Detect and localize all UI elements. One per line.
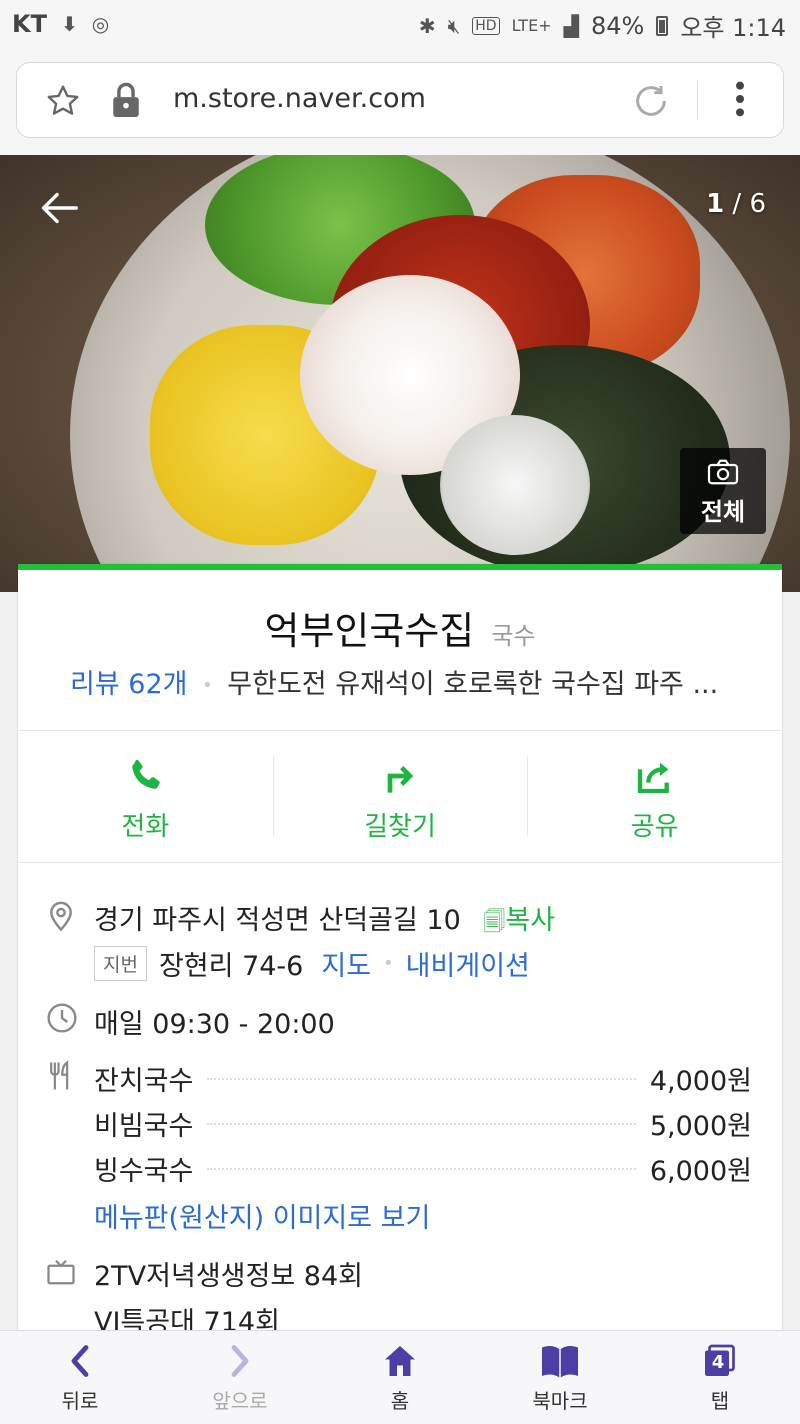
nav-forward-label: 앞으로	[212, 1389, 268, 1413]
tab-count-badge: 4	[711, 1352, 725, 1373]
menu-item-name: 잔치국수	[94, 1066, 194, 1097]
photo-current: 1	[706, 189, 725, 219]
url-text[interactable]: m.store.naver.com	[173, 83, 426, 114]
share-label: 공유	[630, 812, 679, 842]
more-menu-icon[interactable]	[733, 79, 747, 123]
photo-ice-2	[440, 415, 590, 555]
photo-total: 6	[749, 189, 766, 219]
jibun-row: 지번 장현리 74-6 지도 • 내비게이션	[94, 944, 530, 983]
copy-label: 복사	[505, 905, 556, 936]
copy-icon: 🗐︎	[483, 910, 506, 935]
download-icon: ⬇	[60, 12, 78, 36]
menu-image-link[interactable]: 메뉴판(원산지) 이미지로 보기	[94, 1196, 430, 1235]
nav-tabs-button[interactable]: 4 탭	[640, 1331, 800, 1424]
utensils-icon	[46, 1060, 76, 1096]
divider	[18, 862, 782, 863]
phone-icon	[125, 759, 165, 800]
battery-percent: 84%	[590, 11, 645, 40]
battery-icon	[656, 15, 669, 36]
toolbar-divider	[697, 81, 698, 119]
nav-home-button[interactable]: 홈	[320, 1331, 480, 1424]
separator-dot: •	[202, 675, 213, 696]
address-bar[interactable]: m.store.naver.com	[16, 62, 784, 138]
action-bar: 전화 길찾기 공유	[18, 732, 782, 862]
view-all-photos-button[interactable]: 전체	[680, 448, 766, 534]
signal-icon: ▟	[563, 13, 579, 38]
menu-item-price: 6,000원	[649, 1156, 752, 1187]
nav-bookmark-label: 북마크	[532, 1389, 588, 1413]
directions-icon	[380, 766, 420, 800]
reload-icon[interactable]	[631, 81, 671, 125]
bluetooth-icon: ✱	[418, 13, 436, 38]
navigation-link[interactable]: 내비게이션	[406, 944, 530, 983]
menu-item-price: 5,000원	[649, 1111, 752, 1142]
view-all-label: 전체	[700, 498, 746, 526]
directions-label: 길찾기	[364, 812, 436, 842]
lock-icon	[109, 81, 143, 123]
photo-gallery[interactable]: 1 / 6 전체	[0, 155, 800, 592]
nav-tabs-label: 탭	[710, 1389, 730, 1413]
location-pin-icon	[46, 898, 76, 936]
back-chevron-icon	[65, 1345, 95, 1383]
nav-back-label: 뒤로	[61, 1389, 99, 1413]
call-label: 전화	[121, 812, 170, 842]
jibun-address: 장현리 74-6	[158, 951, 304, 982]
place-category: 국수	[491, 622, 536, 650]
place-summary: 리뷰 62개 • 무한도전 유재석이 호로록한 국수집 파주 ...	[70, 662, 760, 701]
menu-item: 빙수국수 6,000원	[94, 1146, 752, 1191]
browser-bottom-nav: 뒤로 앞으로 홈 북마크 4 탭	[0, 1330, 800, 1424]
mute-icon: 🔇︎	[447, 13, 461, 38]
jibun-badge: 지번	[94, 946, 147, 981]
dotted-leader	[207, 1077, 636, 1080]
photo-separator: /	[724, 189, 750, 219]
status-bar: KT ⬇ ◎ ✱ 🔇︎ HD LTE+ ▟ 84% 오후 1:14	[0, 0, 800, 50]
road-address: 경기 파주시 적성면 산덕골길 10	[94, 905, 461, 936]
menu-item: 잔치국수 4,000원	[94, 1056, 752, 1101]
nav-back-button[interactable]: 뒤로	[0, 1331, 160, 1424]
share-icon	[635, 762, 675, 800]
review-count-link[interactable]: 리뷰 62개	[70, 669, 187, 700]
hd-icon: HD	[472, 16, 500, 35]
bookmark-star-icon[interactable]	[45, 83, 81, 123]
nav-forward-button[interactable]: 앞으로	[160, 1331, 320, 1424]
nav-bookmark-button[interactable]: 북마크	[480, 1331, 640, 1424]
camera-icon	[706, 459, 740, 490]
carrier-label: KT	[12, 10, 47, 38]
copy-address-button[interactable]: 🗐︎복사	[483, 905, 555, 936]
home-icon	[382, 1346, 418, 1383]
menu-item-price: 4,000원	[649, 1066, 752, 1097]
business-hours: 매일 09:30 - 20:00	[94, 1009, 335, 1040]
bookmark-book-icon	[540, 1345, 580, 1383]
place-card: 억부인국수집 국수 리뷰 62개 • 무한도전 유재석이 호로록한 국수집 파주…	[18, 564, 782, 1340]
menu-item: 비빔국수 5,000원	[94, 1101, 752, 1146]
browser-toolbar: m.store.naver.com	[0, 50, 800, 155]
dotted-leader	[207, 1167, 636, 1170]
network-type: LTE+	[511, 16, 552, 35]
map-link[interactable]: 지도	[321, 944, 371, 983]
clock-icon	[46, 1002, 78, 1038]
divider	[18, 730, 782, 731]
clock: 오후 1:14	[680, 14, 786, 42]
forward-chevron-icon	[225, 1345, 255, 1383]
dotted-leader	[207, 1122, 636, 1125]
sync-icon: ◎	[91, 12, 110, 36]
place-description[interactable]: 무한도전 유재석이 호로록한 국수집 파주 ...	[227, 669, 718, 700]
tv-icon	[46, 1258, 76, 1290]
tabs-icon: 4	[701, 1343, 739, 1379]
place-header: 억부인국수집 국수	[18, 600, 782, 655]
menu-list: 잔치국수 4,000원 비빔국수 5,000원 빙수국수 6,000원	[94, 1056, 752, 1191]
place-name: 억부인국수집	[264, 609, 475, 653]
share-button[interactable]: 공유	[527, 732, 782, 862]
nav-home-label: 홈	[390, 1389, 410, 1413]
photo-counter: 1 / 6	[706, 189, 766, 219]
address-row: 경기 파주시 적성면 산덕골길 10 🗐︎복사	[94, 898, 555, 943]
call-button[interactable]: 전화	[18, 732, 273, 862]
tv-appearance: 2TV저녁생생정보 84회	[94, 1261, 363, 1292]
menu-item-name: 비빔국수	[94, 1111, 194, 1142]
menu-item-name: 빙수국수	[94, 1156, 194, 1187]
back-arrow-icon[interactable]	[36, 185, 82, 235]
directions-button[interactable]: 길찾기	[272, 732, 528, 862]
separator-dot: •	[383, 953, 394, 974]
